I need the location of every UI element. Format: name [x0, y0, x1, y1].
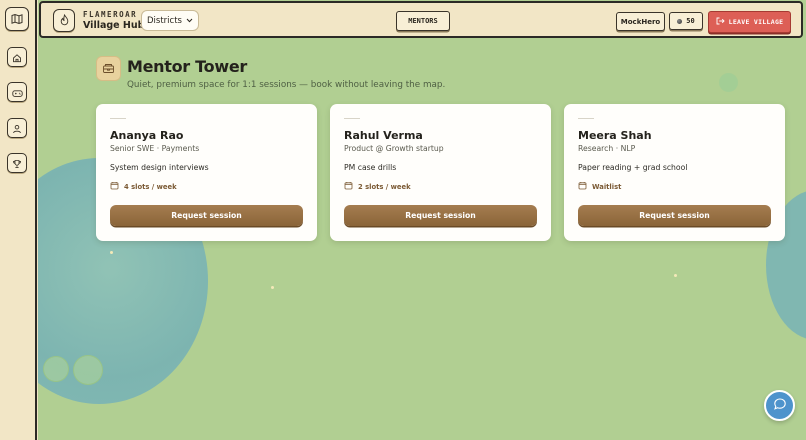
map-bubble [73, 355, 103, 385]
leave-village-label: LEAVE VILLAGE [728, 18, 784, 26]
card-divider [344, 118, 360, 119]
card-divider [578, 118, 594, 119]
request-session-button[interactable]: Request session [578, 205, 771, 226]
mentor-role: Product @ Growth startup [344, 144, 444, 153]
flame-icon [59, 11, 70, 30]
user-icon [12, 119, 22, 138]
trophy-icon [12, 154, 22, 173]
chat-bubble-icon [773, 396, 787, 415]
mentor-availability: 2 slots / week [344, 181, 411, 192]
mentor-topic: System design interviews [110, 163, 209, 172]
request-session-button[interactable]: Request session [110, 205, 303, 226]
availability-label: Waitlist [592, 182, 622, 191]
mentor-topic: PM case drills [344, 163, 397, 172]
map-icon [11, 10, 23, 29]
mentor-card: Rahul Verma Product @ Growth startup PM … [330, 104, 551, 241]
tower-icon [96, 56, 121, 81]
districts-label: Districts [147, 15, 182, 26]
sidebar-item-map[interactable] [5, 7, 29, 31]
mentor-role: Research · NLP [578, 144, 636, 153]
brand-label: FLAMEROAR [83, 10, 138, 19]
card-divider [110, 118, 126, 119]
mentor-card: Meera Shah Research · NLP Paper reading … [564, 104, 785, 241]
map-sparkle [674, 274, 677, 277]
mentor-name: Meera Shah [578, 129, 652, 142]
page-title: Mentor Tower [127, 57, 247, 76]
page-subtitle: Quiet, premium space for 1:1 sessions — … [127, 80, 446, 90]
mentor-role: Senior SWE · Payments [110, 144, 200, 153]
coin-icon [677, 18, 683, 24]
map-bubble [719, 73, 738, 92]
request-session-button[interactable]: Request session [344, 205, 537, 226]
mentor-availability: Waitlist [578, 181, 621, 192]
brand-title: Village Hub [83, 20, 145, 31]
leave-village-button[interactable]: LEAVE VILLAGE [708, 11, 791, 33]
flame-logo-button[interactable] [53, 9, 75, 32]
mentor-card: Ananya Rao Senior SWE · Payments System … [96, 104, 317, 241]
coin-count: 50 [686, 17, 695, 25]
gamepad-icon [11, 83, 23, 102]
mentor-availability: 4 slots / week [110, 181, 177, 192]
calendar-icon [578, 181, 587, 192]
exit-icon [716, 17, 725, 27]
availability-label: 4 slots / week [124, 182, 177, 191]
user-name-button[interactable]: MockHero [616, 12, 665, 31]
districts-dropdown[interactable]: Districts [141, 10, 199, 31]
chat-button[interactable] [764, 390, 795, 421]
sidebar-rail [0, 0, 37, 440]
map-sparkle [271, 286, 274, 289]
sidebar-item-leaderboard[interactable] [7, 153, 27, 173]
mentor-name: Ananya Rao [110, 129, 184, 142]
mentor-topic: Paper reading + grad school [578, 163, 688, 172]
chevron-down-icon [186, 16, 193, 26]
mentor-name: Rahul Verma [344, 129, 423, 142]
mentors-button[interactable]: MENTORS [396, 11, 450, 31]
sidebar-item-home[interactable] [7, 47, 27, 67]
map-bubble [43, 356, 69, 382]
coin-balance[interactable]: 50 [669, 12, 703, 30]
home-icon [12, 48, 22, 67]
calendar-icon [344, 181, 353, 192]
sidebar-item-profile[interactable] [7, 118, 27, 138]
calendar-icon [110, 181, 119, 192]
sidebar-item-games[interactable] [7, 82, 27, 102]
map-sparkle [110, 251, 113, 254]
availability-label: 2 slots / week [358, 182, 411, 191]
top-bar: FLAMEROAR Village Hub Districts MENTORS … [39, 1, 803, 38]
